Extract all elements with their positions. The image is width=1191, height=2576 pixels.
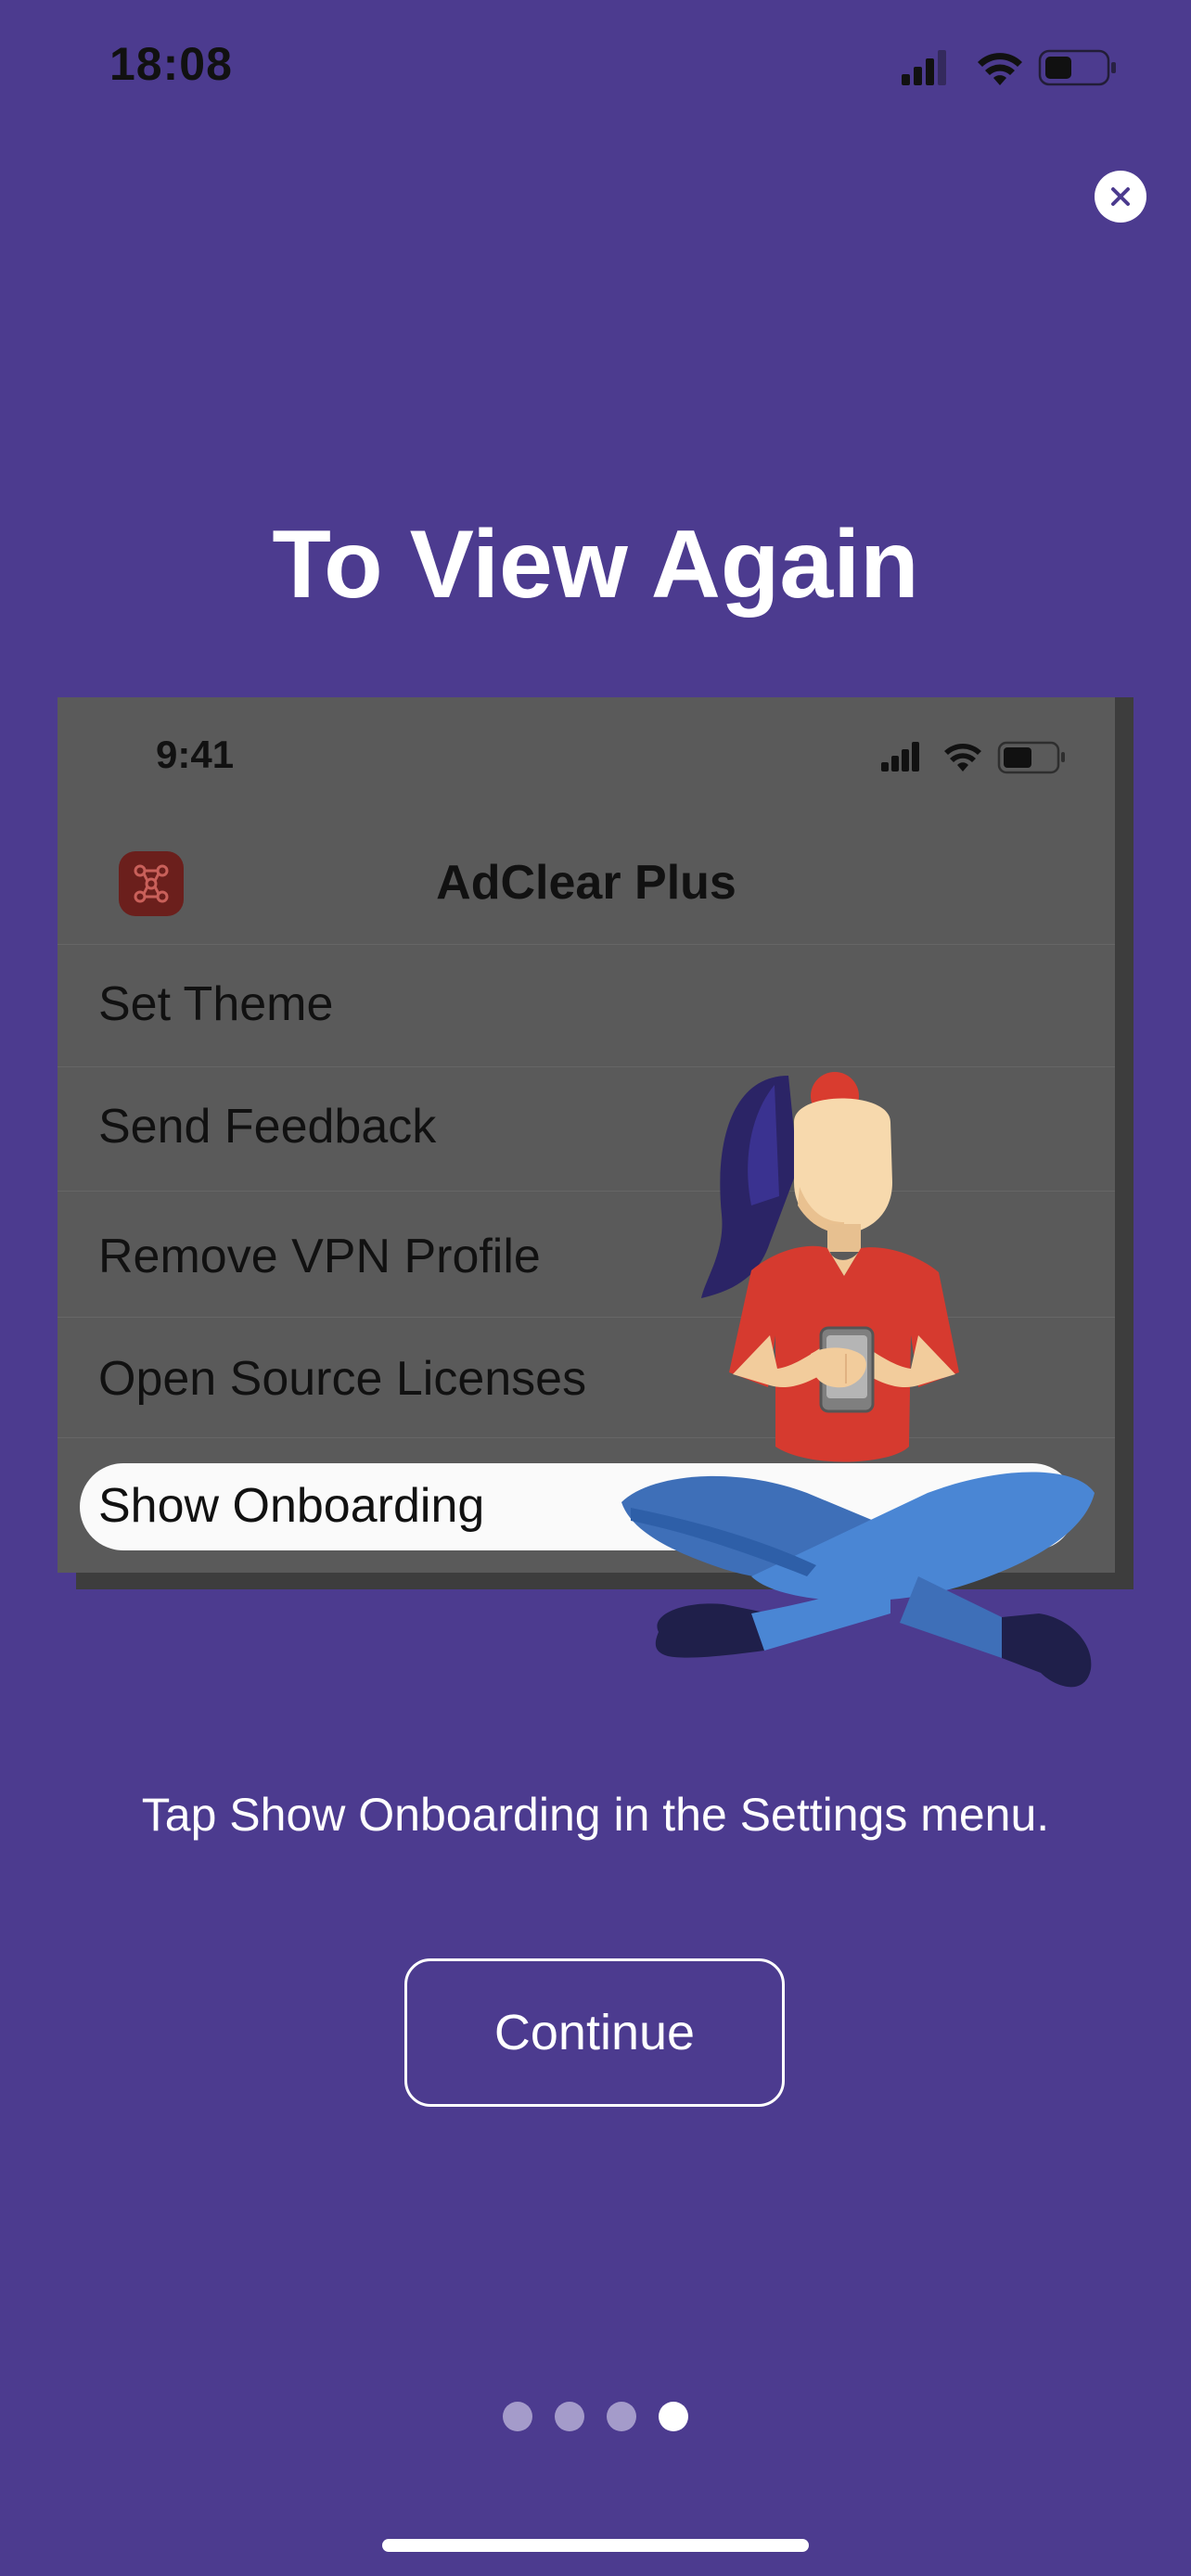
instruction-text: Tap Show Onboarding in the Settings menu…: [141, 1789, 1050, 1841]
preview-row-label: Send Feedback: [98, 1100, 437, 1154]
battery-icon: [997, 741, 1065, 774]
preview-app-title: AdClear Plus: [436, 856, 736, 910]
battery-icon: [1038, 49, 1116, 86]
preview-row-set-theme: Set Theme: [58, 944, 1115, 1067]
wifi-icon: [944, 744, 981, 772]
page-dot-4[interactable]: [659, 2402, 688, 2431]
close-icon: [1111, 187, 1130, 206]
close-button[interactable]: [1095, 171, 1146, 223]
page-dot-1[interactable]: [503, 2402, 532, 2431]
preview-row-label: Show Onboarding: [98, 1479, 485, 1533]
preview-row-label: Open Source Licenses: [98, 1352, 587, 1406]
preview-status-time: 9:41: [156, 733, 235, 776]
wifi-icon: [978, 53, 1022, 85]
cellular-signal-icon: [902, 50, 946, 85]
home-indicator[interactable]: [382, 2539, 809, 2552]
page-indicator: [0, 2402, 1191, 2431]
page-dot-3[interactable]: [607, 2402, 636, 2431]
page-title: To View Again: [272, 511, 919, 618]
preview-row-label: Set Theme: [98, 977, 334, 1031]
page-dot-2[interactable]: [555, 2402, 584, 2431]
status-bar-icons: [902, 49, 1116, 86]
cellular-signal-icon: [881, 742, 919, 772]
preview-row-label: Remove VPN Profile: [98, 1230, 541, 1283]
continue-button[interactable]: Continue: [404, 1958, 785, 2107]
woman-with-phone-illustration: [621, 1072, 1095, 1688]
status-bar-time: 18:08: [109, 38, 233, 90]
preview-status-icons: [881, 741, 1065, 774]
